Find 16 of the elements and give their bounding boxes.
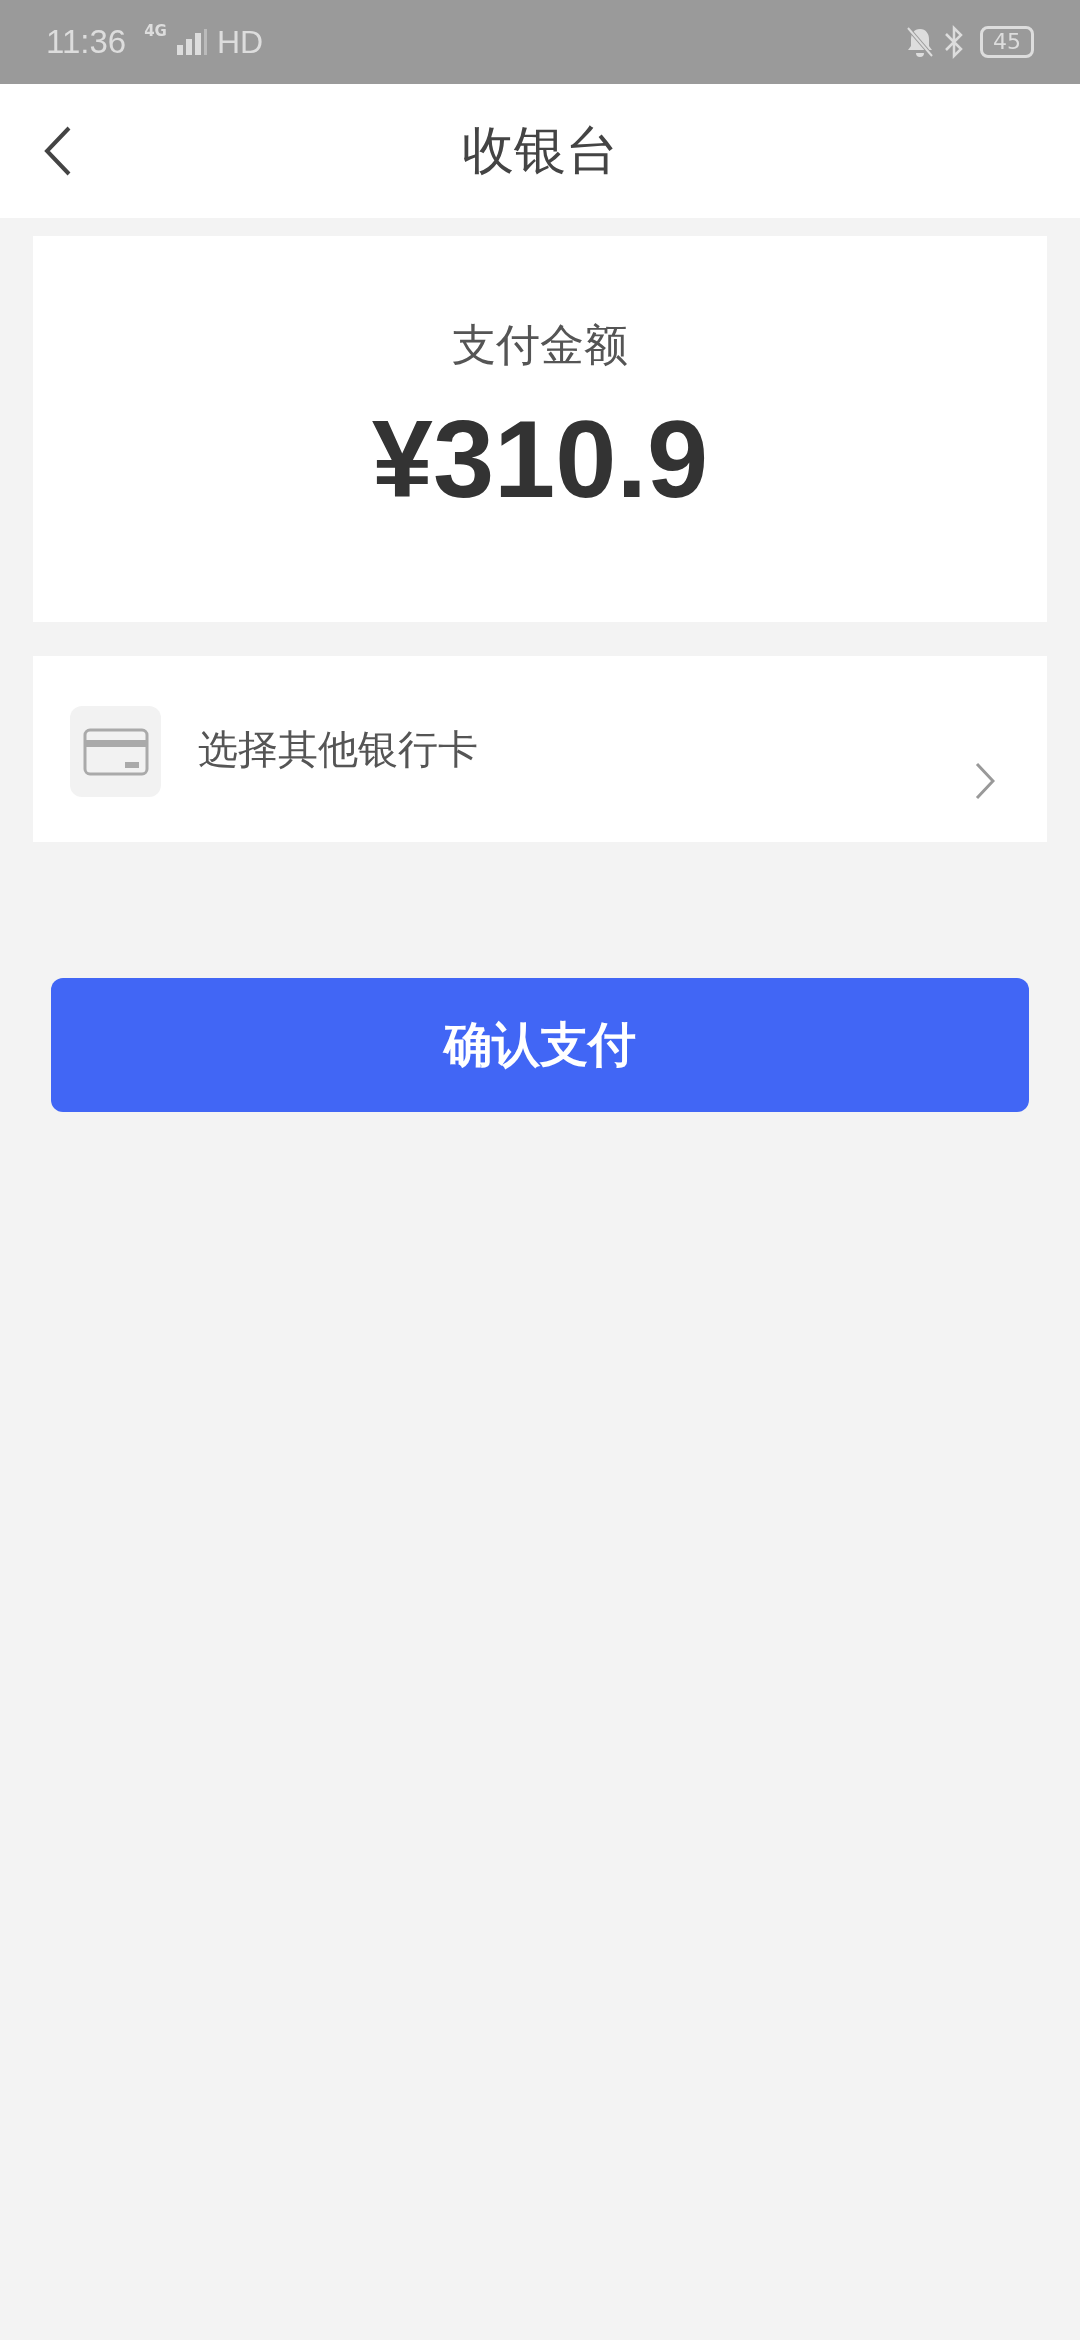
status-time: 11:36 [46, 23, 127, 61]
amount-label: 支付金额 [452, 318, 628, 372]
bell-muted-icon [906, 26, 934, 58]
signal-icon [176, 29, 207, 55]
battery-indicator: 45 [980, 26, 1034, 58]
back-icon[interactable] [44, 126, 72, 176]
hd-indicator: HD [216, 23, 264, 61]
network-type: 4G [144, 22, 167, 40]
confirm-pay-button[interactable]: 确认支付 [51, 978, 1029, 1112]
amount-value: ¥310.9 [371, 396, 709, 522]
option-label: 选择其他银行卡 [198, 725, 479, 774]
chevron-icon [975, 762, 995, 800]
page-title: 收银台 [462, 119, 618, 182]
bank-card-option[interactable]: 选择其他银行卡 [33, 656, 1047, 842]
bank-card-icon [70, 706, 161, 797]
bluetooth-icon [944, 25, 964, 59]
